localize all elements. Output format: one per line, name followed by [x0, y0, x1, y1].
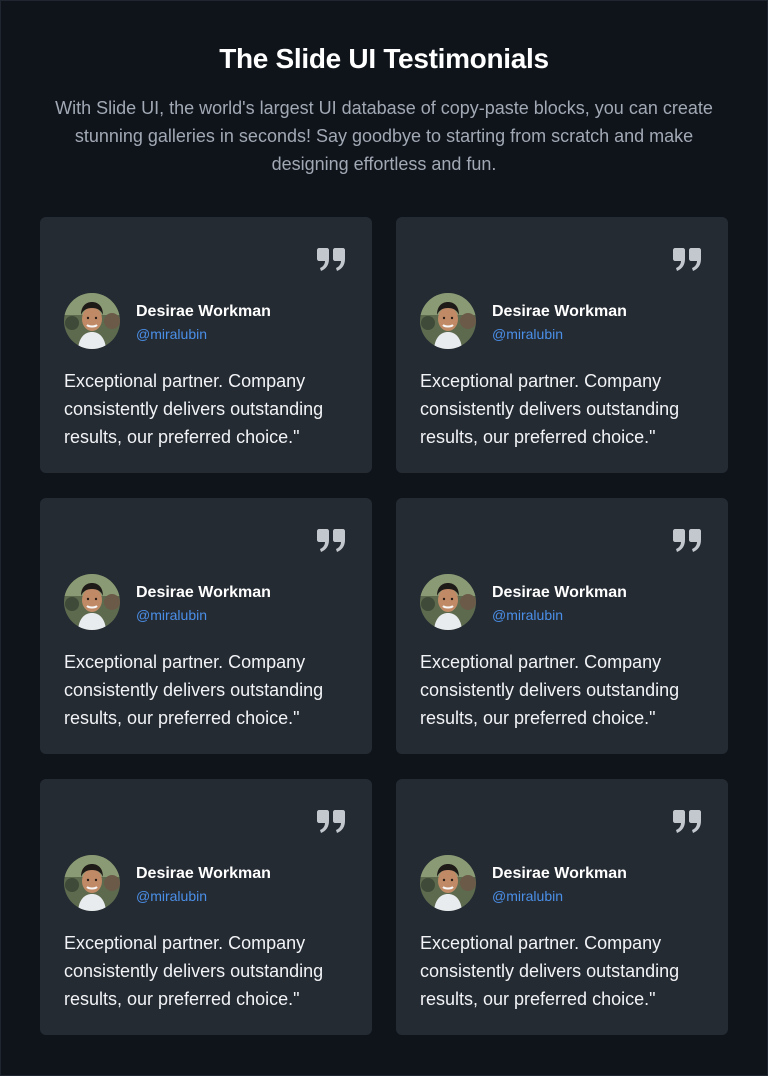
testimonial-text: Exceptional partner. Company consistentl…	[64, 933, 324, 1009]
page-title: The Slide UI Testimonials	[219, 43, 549, 74]
avatar	[420, 574, 476, 630]
author-name: Desirae Workman	[136, 865, 271, 882]
testimonial-card: Desirae Workman @miralubin Exceptional p…	[40, 779, 372, 1035]
author-handle[interactable]: @miralubin	[492, 325, 563, 343]
author-handle[interactable]: @miralubin	[136, 887, 207, 905]
author-name: Desirae Workman	[492, 303, 627, 320]
author-name: Desirae Workman	[136, 303, 271, 320]
avatar	[420, 293, 476, 349]
testimonial-text: Exceptional partner. Company consistentl…	[420, 371, 680, 447]
testimonial-grid: Desirae Workman @miralubin Exceptional p…	[40, 217, 728, 1035]
closing-quote-icon	[673, 810, 701, 833]
author-handle[interactable]: @miralubin	[136, 325, 207, 343]
author-name: Desirae Workman	[492, 865, 627, 882]
testimonial-card: Desirae Workman @miralubin Exceptional p…	[396, 217, 728, 473]
author-handle[interactable]: @miralubin	[492, 887, 563, 905]
avatar	[64, 855, 120, 911]
testimonial-card: Desirae Workman @miralubin Exceptional p…	[40, 498, 372, 754]
closing-quote-icon	[317, 529, 345, 552]
testimonial-card: Desirae Workman @miralubin Exceptional p…	[40, 217, 372, 473]
author-name: Desirae Workman	[492, 584, 627, 601]
author-name: Desirae Workman	[136, 584, 271, 601]
author-handle[interactable]: @miralubin	[136, 606, 207, 624]
closing-quote-icon	[317, 810, 345, 833]
closing-quote-icon	[317, 248, 345, 271]
page-subtitle: With Slide UI, the world's largest UI da…	[55, 98, 713, 174]
closing-quote-icon	[673, 248, 701, 271]
avatar	[420, 855, 476, 911]
testimonial-text: Exceptional partner. Company consistentl…	[420, 652, 680, 728]
author-handle[interactable]: @miralubin	[492, 606, 563, 624]
avatar	[64, 574, 120, 630]
testimonial-text: Exceptional partner. Company consistentl…	[64, 371, 324, 447]
closing-quote-icon	[673, 529, 701, 552]
testimonial-text: Exceptional partner. Company consistentl…	[420, 933, 680, 1009]
testimonial-text: Exceptional partner. Company consistentl…	[64, 652, 324, 728]
testimonial-card: Desirae Workman @miralubin Exceptional p…	[396, 779, 728, 1035]
avatar	[64, 293, 120, 349]
testimonial-card: Desirae Workman @miralubin Exceptional p…	[396, 498, 728, 754]
